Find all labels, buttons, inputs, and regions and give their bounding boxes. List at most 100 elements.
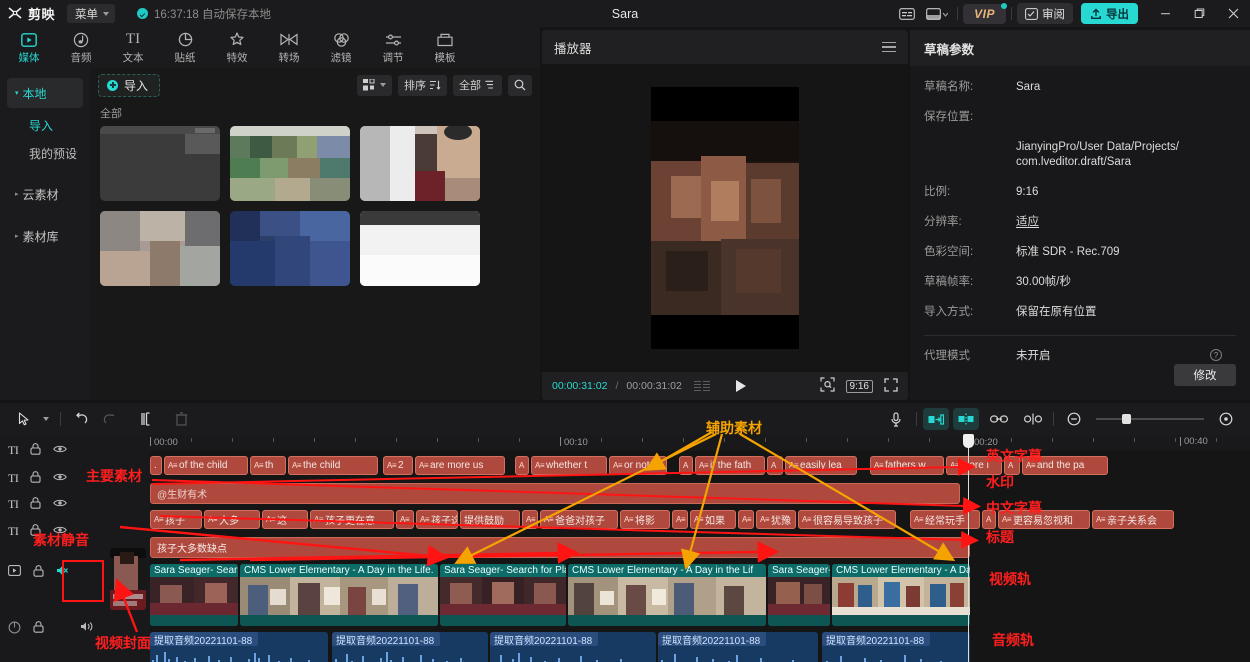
- param-row-resolution[interactable]: 分辨率: 适应: [924, 215, 1236, 230]
- clip-audio[interactable]: 提取音频20221101-88: [332, 632, 488, 662]
- search-button[interactable]: [508, 75, 532, 96]
- tab-sticker[interactable]: 贴纸: [159, 30, 211, 65]
- clip-subtitle[interactable]: A≡这: [262, 510, 308, 529]
- export-button[interactable]: 导出: [1081, 3, 1138, 24]
- tab-media[interactable]: 媒体: [3, 30, 55, 65]
- clip-watermark[interactable]: @生财有术: [150, 483, 960, 504]
- clip-subtitle[interactable]: A≡2: [383, 456, 413, 475]
- sort-button[interactable]: 排序: [398, 75, 447, 96]
- tab-text[interactable]: TI 文本: [107, 30, 159, 65]
- timeline-ruler[interactable]: 00:00 00:10 00:20: [150, 435, 1250, 451]
- lock-icon[interactable]: [30, 443, 41, 458]
- clip-title[interactable]: 孩子大多数缺点: [150, 537, 970, 558]
- zoom-slider-handle[interactable]: [1122, 414, 1131, 424]
- zoom-out-icon[interactable]: [1060, 407, 1088, 431]
- unlink-icon[interactable]: [1019, 407, 1047, 431]
- clip-subtitle[interactable]: A≡大多: [204, 510, 260, 529]
- clip-subtitle[interactable]: A: [515, 456, 529, 475]
- lock-icon[interactable]: [30, 471, 41, 486]
- aspect-ratio-value[interactable]: 9:16: [846, 380, 873, 393]
- cursor-icon[interactable]: [10, 407, 38, 431]
- volume-icon[interactable]: [80, 621, 94, 635]
- clip-subtitle[interactable]: .: [150, 456, 162, 475]
- clip-subtitle[interactable]: A≡: [522, 510, 538, 529]
- clip-subtitle[interactable]: A: [679, 456, 693, 475]
- eye-icon[interactable]: [53, 471, 67, 485]
- clip-subtitle[interactable]: A≡爸爸对孩子: [540, 510, 618, 529]
- review-button[interactable]: 审阅: [1017, 3, 1073, 24]
- zoom-slider[interactable]: [1096, 418, 1204, 420]
- video-cover-thumbnail[interactable]: [110, 548, 146, 610]
- clip-subtitle[interactable]: A≡: [738, 510, 754, 529]
- clip-subtitle[interactable]: A≡将影: [620, 510, 670, 529]
- sidebar-item-library[interactable]: ▸ 素材库: [7, 221, 83, 251]
- sidebar-item-local[interactable]: ▾ 本地: [7, 78, 83, 108]
- sidebar-item-cloud[interactable]: ▸ 云素材: [7, 179, 83, 209]
- play-button[interactable]: [736, 380, 746, 392]
- clip-audio[interactable]: 提取音频20221101-88: [822, 632, 970, 662]
- media-item[interactable]: [100, 126, 220, 201]
- sidebar-item-presets[interactable]: 我的预设: [7, 139, 83, 167]
- clip-subtitle[interactable]: A≡孩子: [150, 510, 202, 529]
- clip-subtitle[interactable]: A≡or not: [609, 456, 667, 475]
- vip-button[interactable]: VIP: [963, 4, 1006, 24]
- media-item[interactable]: [100, 211, 220, 286]
- video-preview[interactable]: [651, 87, 799, 349]
- fullscreen-icon[interactable]: [884, 378, 898, 395]
- filter-all-button[interactable]: 全部: [453, 75, 502, 96]
- clip-subtitle[interactable]: A≡fathers w: [870, 456, 944, 475]
- tab-template[interactable]: 模板: [419, 30, 471, 65]
- eye-icon[interactable]: [53, 443, 67, 457]
- mirror-icon[interactable]: [953, 408, 979, 430]
- lock-icon[interactable]: [33, 565, 44, 580]
- clip-subtitle[interactable]: A≡: [672, 510, 688, 529]
- clip-subtitle[interactable]: A≡孩子这: [416, 510, 458, 529]
- clip-subtitle[interactable]: A≡经常玩手: [910, 510, 980, 529]
- view-mode-button[interactable]: [357, 75, 392, 96]
- clip-subtitle[interactable]: A: [767, 456, 783, 475]
- clip-subtitle[interactable]: A≡the child: [288, 456, 378, 475]
- playhead[interactable]: [968, 435, 969, 662]
- eye-icon[interactable]: [53, 497, 67, 511]
- clip-video[interactable]: CMS Lower Elementary - A Day in the Lif: [568, 564, 766, 626]
- clip-video[interactable]: CMS Lower Elementary - A Day in the Life…: [240, 564, 438, 626]
- clip-subtitle[interactable]: A≡of the child: [164, 456, 248, 475]
- clip-subtitle[interactable]: A≡亲子关系会: [1092, 510, 1174, 529]
- clip-subtitle[interactable]: A≡孩子更在意: [310, 510, 394, 529]
- microphone-icon[interactable]: [882, 407, 910, 431]
- split-icon[interactable]: [131, 407, 159, 431]
- cursor-dropdown-icon[interactable]: [38, 407, 54, 431]
- clip-video[interactable]: Sara Seager- Search for Plai: [440, 564, 566, 626]
- close-button[interactable]: [1216, 0, 1250, 27]
- tab-effects[interactable]: 特效: [211, 30, 263, 65]
- media-item[interactable]: [230, 211, 350, 286]
- media-item[interactable]: [360, 211, 480, 286]
- media-item[interactable]: [230, 126, 350, 201]
- modify-button[interactable]: 修改: [1174, 364, 1236, 386]
- clip-audio[interactable]: 提取音频20221101-88: [490, 632, 656, 662]
- lock-icon[interactable]: [33, 621, 44, 636]
- clip-subtitle[interactable]: A≡whether t: [531, 456, 607, 475]
- clip-subtitle[interactable]: A≡很容易导致孩子: [798, 510, 896, 529]
- tab-transition[interactable]: 转场: [263, 30, 315, 65]
- clip-video[interactable]: Sara Seager- Sear: [150, 564, 238, 626]
- tab-audio[interactable]: 音频: [55, 30, 107, 65]
- clip-subtitle[interactable]: A≡犹豫: [756, 510, 796, 529]
- clip-video[interactable]: Sara Seager-: [768, 564, 830, 626]
- subtitle-icon[interactable]: [892, 0, 922, 27]
- media-item[interactable]: [360, 126, 480, 201]
- clip-subtitle[interactable]: A≡are more us: [415, 456, 505, 475]
- lock-icon[interactable]: [30, 497, 41, 512]
- clip-audio[interactable]: 提取音频20221101-88: [150, 632, 328, 662]
- layout-icon[interactable]: [922, 0, 952, 27]
- menu-button[interactable]: 菜单: [67, 4, 115, 23]
- clip-subtitle[interactable]: A≡if the fath: [695, 456, 765, 475]
- param-value[interactable]: 适应: [1016, 215, 1039, 230]
- zoom-in-icon[interactable]: [1212, 407, 1240, 431]
- tab-filter[interactable]: 滤镜: [315, 30, 367, 65]
- tab-adjust[interactable]: 调节: [367, 30, 419, 65]
- help-icon[interactable]: ?: [1210, 349, 1222, 361]
- maximize-button[interactable]: [1182, 0, 1216, 27]
- player-menu-icon[interactable]: [882, 42, 896, 53]
- link-icon[interactable]: [985, 407, 1013, 431]
